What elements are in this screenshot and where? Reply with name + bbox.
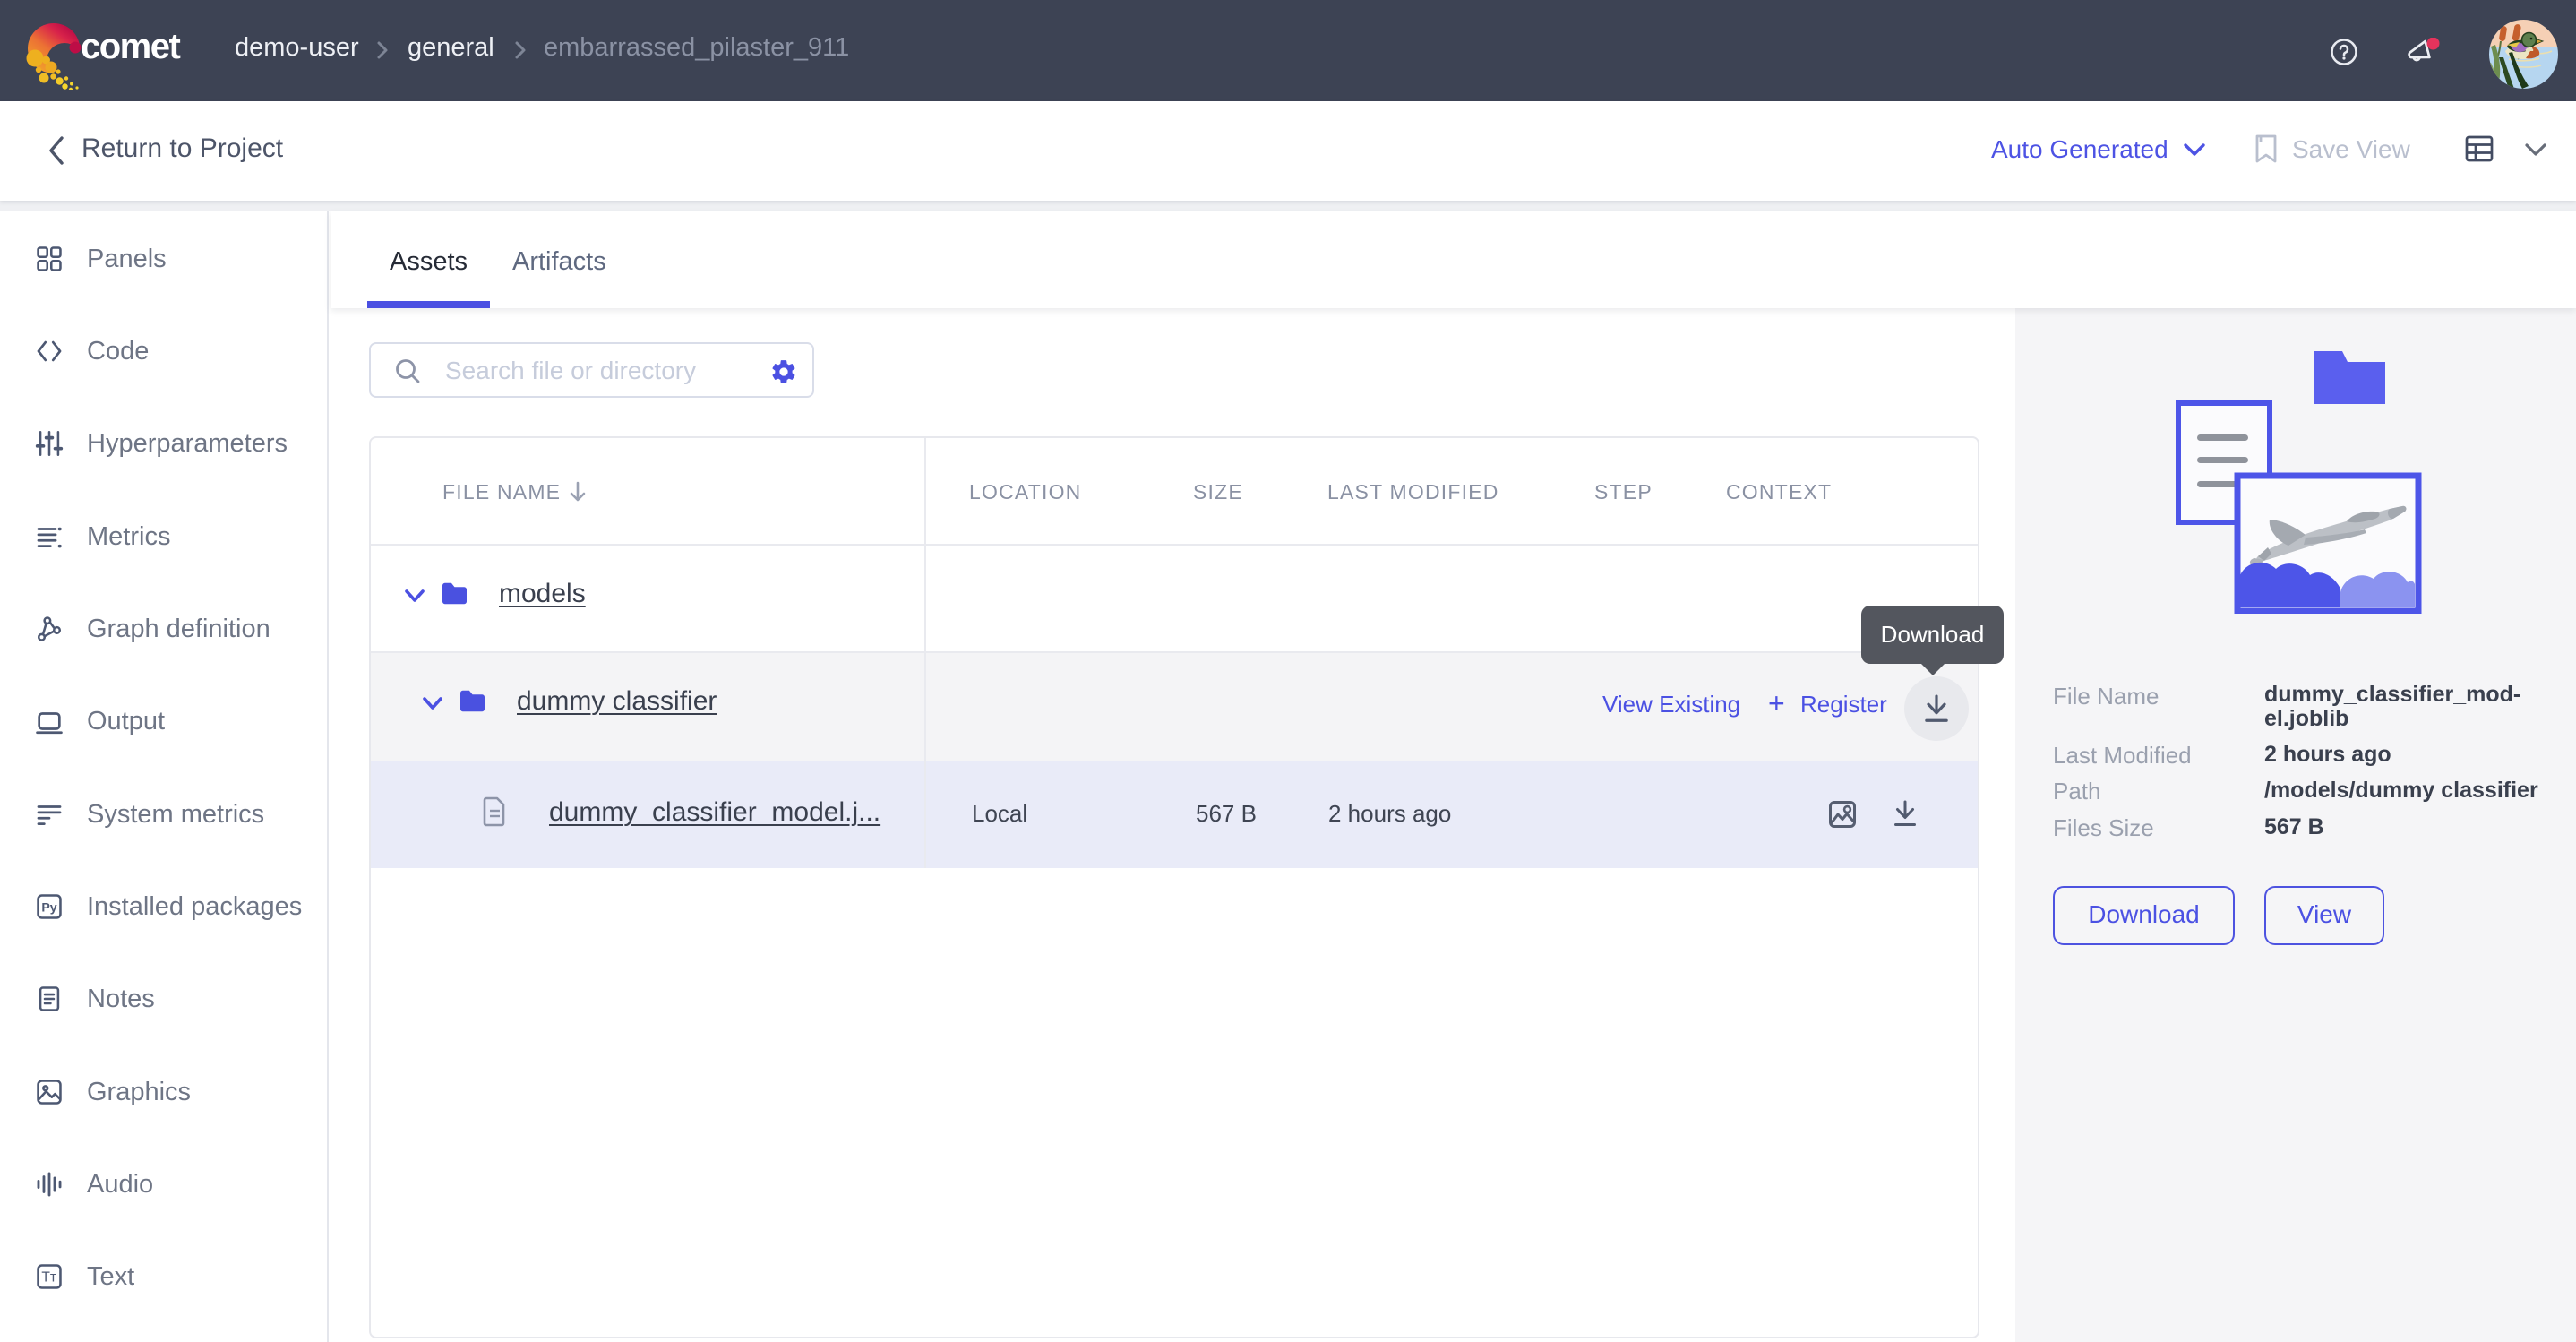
svg-text:Tт: Tт bbox=[41, 1270, 56, 1286]
svg-text:Py: Py bbox=[41, 900, 56, 915]
